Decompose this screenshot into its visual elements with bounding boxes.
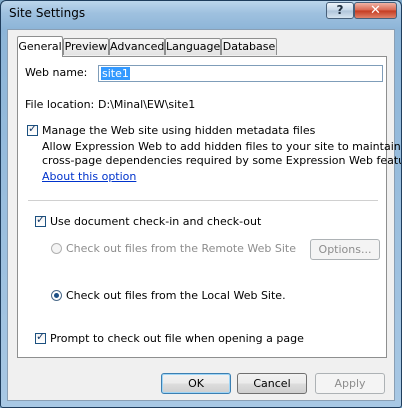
cancel-button[interactable]: Cancel [237,373,307,394]
about-this-option-link[interactable]: About this option [42,170,136,183]
apply-button[interactable]: Apply [315,373,385,394]
prompt-checkout-checkbox-label[interactable]: Prompt to check out file when opening a … [50,332,304,345]
remote-site-radio[interactable] [51,243,62,254]
remote-site-radio-label[interactable]: Check out files from the Remote Web Site [66,242,296,255]
title-bar[interactable]: Site Settings ? ✕ [1,1,401,23]
checkin-checkbox[interactable] [35,213,46,227]
local-site-radio[interactable] [51,290,62,301]
window-title: Site Settings [9,6,86,20]
checkin-checkbox-label[interactable]: Use document check-in and check-out [50,215,261,228]
prompt-checkout-checkbox[interactable] [35,330,46,344]
help-button[interactable]: ? [326,2,354,19]
general-panel: Web name: site1 File location: D:\Minal\… [17,56,401,358]
metadata-description-line1: Allow Expression Web to add hidden files… [42,140,401,153]
options-button[interactable]: Options... [310,239,380,260]
tab-database[interactable]: Database [221,38,277,55]
metadata-checkbox-label[interactable]: Manage the Web site using hidden metadat… [42,124,315,137]
tab-general[interactable]: General [17,36,63,57]
close-button[interactable]: ✕ [354,2,397,19]
metadata-checkbox[interactable] [27,122,38,136]
metadata-description-line2: cross-page dependencies required by some… [42,154,402,167]
ok-button[interactable]: OK [161,373,231,394]
site-settings-dialog: Site Settings ? ✕ General Preview Advanc… [0,0,402,408]
dialog-body: General Preview Advanced Language Databa… [7,29,401,401]
file-location-label: File location: [25,98,95,111]
section-divider [28,200,378,201]
tab-language[interactable]: Language [165,38,221,55]
web-name-value: site1 [101,67,130,80]
local-site-radio-label[interactable]: Check out files from the Local Web Site. [66,289,286,302]
tab-advanced[interactable]: Advanced [109,38,165,55]
web-name-input[interactable]: site1 [98,65,383,82]
tab-preview[interactable]: Preview [63,38,109,55]
web-name-label: Web name: [25,66,88,79]
file-location-value: D:\Minal\EW\site1 [98,98,196,111]
